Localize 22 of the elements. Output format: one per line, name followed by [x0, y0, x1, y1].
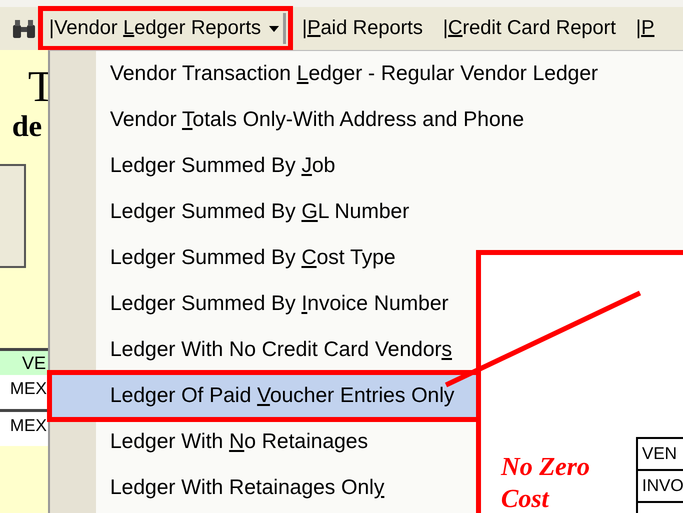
menu-item[interactable]: Ledger Summed By Job — [50, 143, 470, 189]
table-header: VE — [0, 348, 48, 375]
menu-item[interactable]: Ledger Summed By GL Number — [50, 189, 470, 235]
menu-button[interactable]: |Paid Reports — [298, 13, 427, 44]
menu-item[interactable]: Ledger With Retainages Only — [50, 465, 470, 511]
table-cell: MEX — [0, 375, 48, 409]
menu-item[interactable]: Ledger Summed By Invoice Number — [50, 281, 470, 327]
heading-text: de — [12, 110, 43, 144]
menu-button[interactable]: |Credit Card Report — [438, 13, 620, 44]
callout-note: No Zero Cost — [501, 451, 591, 513]
binoculars-icon[interactable] — [12, 18, 36, 38]
table-cell: INVO — [638, 471, 683, 503]
menu-button[interactable]: |Vendor Ledger Reports — [45, 13, 286, 44]
menu-item[interactable]: Ledger Summed By Cost Type — [50, 235, 470, 281]
table-cell: MEX — [0, 409, 48, 446]
table-cell: VEN — [638, 439, 683, 471]
menu-button[interactable]: |P — [632, 13, 658, 44]
menu-item[interactable]: Vendor Totals Only-With Address and Phone — [50, 97, 524, 143]
menu-item[interactable]: Ledger With No Retainages — [50, 419, 470, 465]
menu-item[interactable]: Vendor Transaction Ledger - Regular Vendor Ledger — [50, 51, 598, 97]
menu-item[interactable]: Ledger Of Paid Voucher Entries Only — [50, 373, 478, 419]
menu-item[interactable]: Ledger With No Credit Card Vendors — [50, 327, 470, 373]
